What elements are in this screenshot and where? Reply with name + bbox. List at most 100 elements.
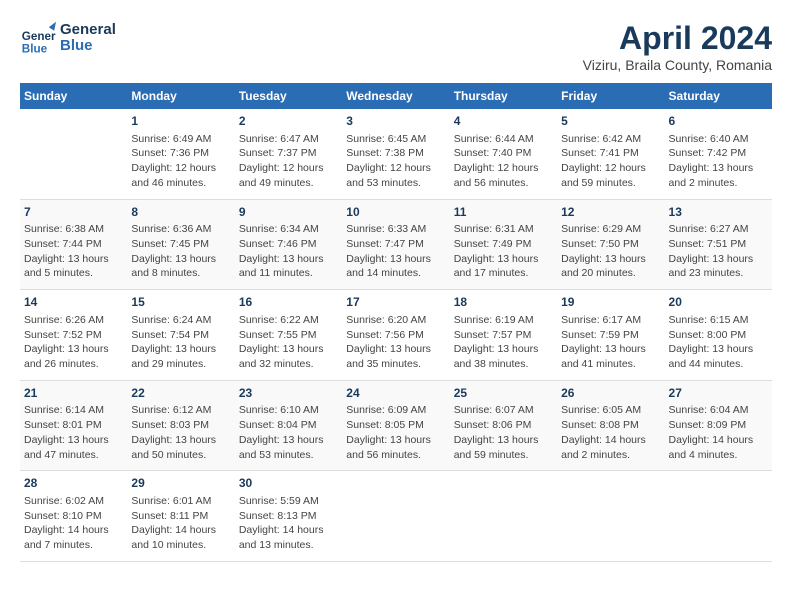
day-number: 25 [454,385,553,402]
day-number: 24 [346,385,445,402]
day-number: 23 [239,385,338,402]
day-info: Sunrise: 6:12 AM Sunset: 8:03 PM Dayligh… [131,403,230,462]
day-number: 18 [454,294,553,311]
day-number: 27 [669,385,768,402]
svg-text:General: General [22,30,56,43]
day-info: Sunrise: 6:09 AM Sunset: 8:05 PM Dayligh… [346,403,445,462]
day-number: 22 [131,385,230,402]
calendar-cell: 6 Sunrise: 6:40 AM Sunset: 7:42 PM Daylig… [665,109,772,199]
calendar-cell: 16Sunrise: 6:22 AM Sunset: 7:55 PM Dayli… [235,290,342,381]
calendar-cell: 14 Sunrise: 6:26 AM Sunset: 7:52 PM Dayli… [20,290,127,381]
calendar-cell [557,471,664,562]
calendar-cell [665,471,772,562]
day-info: Sunrise: 6:15 AM Sunset: 8:00 PM Dayligh… [669,313,768,372]
day-info: Sunrise: 6:31 AM Sunset: 7:49 PM Dayligh… [454,222,553,281]
calendar-cell: 13Sunrise: 6:27 AM Sunset: 7:51 PM Dayli… [665,199,772,290]
day-number: 21 [24,385,123,402]
day-info: Sunrise: 6:40 AM Sunset: 7:42 PM Dayligh… [669,132,768,191]
day-info: Sunrise: 6:33 AM Sunset: 7:47 PM Dayligh… [346,222,445,281]
calendar-week-4: 21Sunrise: 6:14 AM Sunset: 8:01 PM Dayli… [20,380,772,471]
calendar-week-1: 1 Sunrise: 6:49 AM Sunset: 7:36 PM Daylig… [20,109,772,199]
calendar-cell [450,471,557,562]
day-number: 15 [131,294,230,311]
day-info: Sunrise: 6:05 AM Sunset: 8:08 PM Dayligh… [561,403,660,462]
day-info: Sunrise: 6:44 AM Sunset: 7:40 PM Dayligh… [454,132,553,191]
day-number: 10 [346,204,445,221]
calendar-cell: 10Sunrise: 6:33 AM Sunset: 7:47 PM Dayli… [342,199,449,290]
calendar-week-5: 28Sunrise: 6:02 AM Sunset: 8:10 PM Dayli… [20,471,772,562]
calendar-cell: 11Sunrise: 6:31 AM Sunset: 7:49 PM Dayli… [450,199,557,290]
day-info: Sunrise: 6:27 AM Sunset: 7:51 PM Dayligh… [669,222,768,281]
day-number: 3 [346,113,445,130]
day-number: 19 [561,294,660,311]
calendar-week-2: 7Sunrise: 6:38 AM Sunset: 7:44 PM Daylig… [20,199,772,290]
day-number: 1 [131,113,230,130]
title-block: April 2024 Viziru, Braila County, Romani… [583,20,772,73]
day-info: Sunrise: 6:42 AM Sunset: 7:41 PM Dayligh… [561,132,660,191]
day-info: Sunrise: 6:38 AM Sunset: 7:44 PM Dayligh… [24,222,123,281]
day-info: Sunrise: 6:14 AM Sunset: 8:01 PM Dayligh… [24,403,123,462]
header-cell-tuesday: Tuesday [235,83,342,109]
calendar-cell: 3 Sunrise: 6:45 AM Sunset: 7:38 PM Daylig… [342,109,449,199]
day-info: Sunrise: 5:59 AM Sunset: 8:13 PM Dayligh… [239,494,338,553]
calendar-cell: 25Sunrise: 6:07 AM Sunset: 8:06 PM Dayli… [450,380,557,471]
day-info: Sunrise: 6:47 AM Sunset: 7:37 PM Dayligh… [239,132,338,191]
day-number: 6 [669,113,768,130]
day-number: 9 [239,204,338,221]
main-title: April 2024 [583,20,772,57]
calendar-cell: 27Sunrise: 6:04 AM Sunset: 8:09 PM Dayli… [665,380,772,471]
calendar-week-3: 14 Sunrise: 6:26 AM Sunset: 7:52 PM Dayli… [20,290,772,381]
day-info: Sunrise: 6:36 AM Sunset: 7:45 PM Dayligh… [131,222,230,281]
day-number: 5 [561,113,660,130]
day-number: 14 [24,294,123,311]
calendar-cell: 5 Sunrise: 6:42 AM Sunset: 7:41 PM Daylig… [557,109,664,199]
logo-icon: General Blue [20,20,56,56]
day-info: Sunrise: 6:45 AM Sunset: 7:38 PM Dayligh… [346,132,445,191]
header-row: SundayMondayTuesdayWednesdayThursdayFrid… [20,83,772,109]
calendar-cell: 2 Sunrise: 6:47 AM Sunset: 7:37 PM Daylig… [235,109,342,199]
day-number: 11 [454,204,553,221]
calendar-cell: 9Sunrise: 6:34 AM Sunset: 7:46 PM Daylig… [235,199,342,290]
day-number: 16 [239,294,338,311]
day-info: Sunrise: 6:34 AM Sunset: 7:46 PM Dayligh… [239,222,338,281]
calendar-header: SundayMondayTuesdayWednesdayThursdayFrid… [20,83,772,109]
calendar-cell: 23Sunrise: 6:10 AM Sunset: 8:04 PM Dayli… [235,380,342,471]
logo-blue: Blue [60,38,116,55]
calendar-cell: 8Sunrise: 6:36 AM Sunset: 7:45 PM Daylig… [127,199,234,290]
day-number: 2 [239,113,338,130]
day-number: 29 [131,475,230,492]
day-number: 17 [346,294,445,311]
header-cell-saturday: Saturday [665,83,772,109]
calendar-cell: 29 Sunrise: 6:01 AM Sunset: 8:11 PM Dayli… [127,471,234,562]
svg-text:Blue: Blue [22,42,48,55]
calendar-body: 1 Sunrise: 6:49 AM Sunset: 7:36 PM Daylig… [20,109,772,561]
calendar-cell: 30 Sunrise: 5:59 AM Sunset: 8:13 PM Dayli… [235,471,342,562]
calendar-cell: 7Sunrise: 6:38 AM Sunset: 7:44 PM Daylig… [20,199,127,290]
header-cell-wednesday: Wednesday [342,83,449,109]
day-number: 30 [239,475,338,492]
day-info: Sunrise: 6:49 AM Sunset: 7:36 PM Dayligh… [131,132,230,191]
day-info: Sunrise: 6:01 AM Sunset: 8:11 PM Dayligh… [131,494,230,553]
subtitle: Viziru, Braila County, Romania [583,57,772,73]
day-info: Sunrise: 6:02 AM Sunset: 8:10 PM Dayligh… [24,494,123,553]
day-info: Sunrise: 6:26 AM Sunset: 7:52 PM Dayligh… [24,313,123,372]
header-cell-sunday: Sunday [20,83,127,109]
calendar-cell: 22Sunrise: 6:12 AM Sunset: 8:03 PM Dayli… [127,380,234,471]
day-info: Sunrise: 6:04 AM Sunset: 8:09 PM Dayligh… [669,403,768,462]
day-number: 20 [669,294,768,311]
day-info: Sunrise: 6:29 AM Sunset: 7:50 PM Dayligh… [561,222,660,281]
day-info: Sunrise: 6:07 AM Sunset: 8:06 PM Dayligh… [454,403,553,462]
calendar-cell [342,471,449,562]
day-number: 12 [561,204,660,221]
day-number: 13 [669,204,768,221]
calendar-cell: 1 Sunrise: 6:49 AM Sunset: 7:36 PM Daylig… [127,109,234,199]
day-number: 7 [24,204,123,221]
calendar-cell: 4Sunrise: 6:44 AM Sunset: 7:40 PM Daylig… [450,109,557,199]
calendar-cell: 20 Sunrise: 6:15 AM Sunset: 8:00 PM Dayli… [665,290,772,381]
header-cell-thursday: Thursday [450,83,557,109]
day-info: Sunrise: 6:24 AM Sunset: 7:54 PM Dayligh… [131,313,230,372]
calendar-cell: 18Sunrise: 6:19 AM Sunset: 7:57 PM Dayli… [450,290,557,381]
calendar-cell: 12Sunrise: 6:29 AM Sunset: 7:50 PM Dayli… [557,199,664,290]
page-header: General Blue General Blue April 2024 Viz… [20,20,772,73]
calendar-table: SundayMondayTuesdayWednesdayThursdayFrid… [20,83,772,562]
